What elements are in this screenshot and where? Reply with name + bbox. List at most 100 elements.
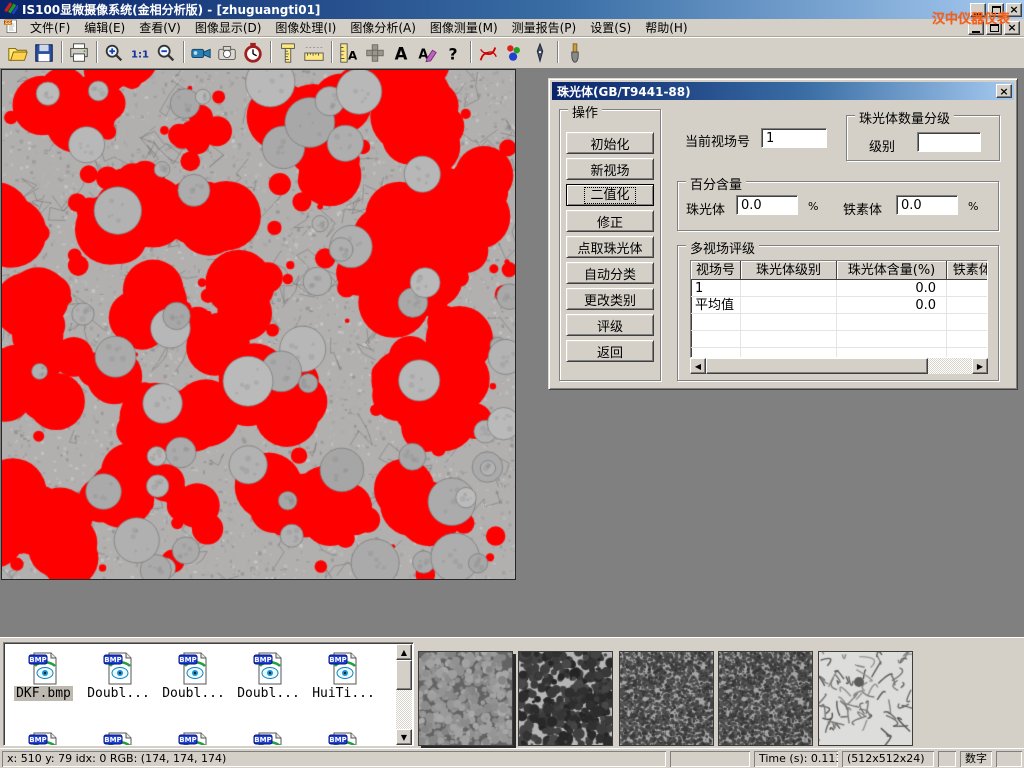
dialog-title-bar[interactable]: 珠光体(GB/T9441-88) × [552,82,1014,100]
menu-item-image-measure[interactable]: 图像测量(M) [423,17,505,38]
thumbnail-4[interactable] [718,651,813,746]
menu-item-image-process[interactable]: 图像处理(I) [268,17,343,38]
operations-group-label: 操作 [568,102,602,121]
scroll-up-icon[interactable]: ▲ [396,644,412,660]
metallographic-image[interactable] [1,69,516,580]
zoom-out-button[interactable] [153,40,179,66]
toolbar-separator [57,41,66,65]
timer-button[interactable] [240,40,266,66]
ruler-measure-button[interactable] [301,40,327,66]
file-item-1[interactable]: BMPDoubl... [81,651,156,701]
file-item-3[interactable]: BMPDoubl... [231,651,306,701]
scrollbar-thumb[interactable] [706,358,928,374]
bmp-file-icon: BMP [102,731,136,746]
file-name: Doubl... [160,686,227,701]
new-field-button-label: 新视场 [590,160,629,179]
curve-tool-icon [477,42,499,64]
grade-level-input[interactable] [917,132,981,152]
save-file-button[interactable] [31,40,57,66]
zoom-in-button[interactable] [101,40,127,66]
time-status: Time (s): 0.113 [754,751,838,767]
correct-button[interactable]: 修正 [566,210,654,232]
file-item-row2-3[interactable]: BMP [231,731,306,746]
file-item-row2-2[interactable]: BMP [156,731,231,746]
save-file-icon [33,42,55,64]
thumbnail-5[interactable] [818,651,913,746]
thumbnail-2[interactable] [518,651,613,746]
menu-item-settings[interactable]: 设置(S) [583,17,638,38]
actual-size-button[interactable]: 1:1 [127,40,153,66]
file-item-0[interactable]: BMPDKF.bmp [6,651,81,701]
ferrite-percent-unit: % [968,200,978,213]
new-field-button[interactable]: 新视场 [566,158,654,180]
file-item-2[interactable]: BMP Doubl... [156,651,231,701]
auto-classify-button[interactable]: 自动分类 [566,262,654,284]
return-button[interactable]: 返回 [566,340,654,362]
text-label-icon: A [390,42,412,64]
table-h-scrollbar[interactable]: ◀ ▶ [690,358,988,374]
toolbar-separator [92,41,101,65]
thumbnail-3[interactable] [619,651,714,746]
open-file-button[interactable] [5,40,31,66]
table-header-2[interactable]: 珠光体含量(%) [837,261,947,280]
photo-capture-button[interactable] [214,40,240,66]
svg-text:BMP: BMP [254,736,271,744]
text-edit-button[interactable]: A [414,40,440,66]
pick-pearlite-button[interactable]: 点取珠光体 [566,236,654,258]
svg-text:BMP: BMP [179,656,196,664]
table-header-3[interactable]: 铁素体含量(%) [947,261,988,280]
table-cell: 1 [691,280,741,297]
rate-button-label: 评级 [597,316,623,335]
file-item-row2-1[interactable]: BMP [81,731,156,746]
pearlite-percent-input[interactable] [736,195,798,215]
file-v-scrollbar[interactable]: ▲ ▼ [396,644,412,745]
menu-item-view[interactable]: 查看(V) [132,17,188,38]
ferrite-percent-input[interactable] [896,195,958,215]
auto-classify-button-label: 自动分类 [584,264,636,283]
rate-button[interactable]: 评级 [566,314,654,336]
color-classify-button[interactable] [501,40,527,66]
scroll-right-icon[interactable]: ▶ [972,358,988,374]
initialize-button[interactable]: 初始化 [566,132,654,154]
table-cell [837,331,947,348]
pen-tool-button[interactable] [527,40,553,66]
menu-bar: DOC 文件(F)编辑(E)查看(V)图像显示(D)图像处理(I)图像分析(A)… [0,19,1024,37]
bmp-file-icon: BMP [327,651,361,685]
menu-item-image-display[interactable]: 图像显示(D) [188,17,269,38]
caliper-measure-button[interactable] [275,40,301,66]
measure-annotate-button[interactable]: A [336,40,362,66]
svg-text:DOC: DOC [4,21,13,25]
help-button[interactable]: ? [440,40,466,66]
change-class-button[interactable]: 更改类别 [566,288,654,310]
file-item-4[interactable]: BMPHuiTi... [306,651,381,701]
multi-field-table: 视场号珠光体级别珠光体含量(%)铁素体含量(%)10.0平均值0.0 [690,260,988,358]
file-item-row2-0[interactable]: BMP [6,731,81,746]
dialog-close-icon[interactable]: × [996,84,1012,98]
photo-capture-icon [216,42,238,64]
text-label-button[interactable]: A [388,40,414,66]
scroll-left-icon[interactable]: ◀ [690,358,706,374]
menu-item-image-analysis[interactable]: 图像分析(A) [343,17,423,38]
grid-cross-button[interactable] [362,40,388,66]
ferrite-label: 铁素体 [843,199,882,218]
vendor-watermark: 汉中仪器仪表 [932,8,1010,27]
menu-item-measure-report[interactable]: 测量报告(P) [505,17,584,38]
video-capture-button[interactable] [188,40,214,66]
table-header-0[interactable]: 视场号 [691,261,741,280]
scroll-down-icon[interactable]: ▼ [396,729,412,745]
open-file-icon [7,42,29,64]
thumbnail-1[interactable] [418,651,513,746]
svg-text:A: A [395,44,408,63]
menu-item-help[interactable]: 帮助(H) [638,17,694,38]
table-header-1[interactable]: 珠光体级别 [741,261,837,280]
menu-item-file[interactable]: 文件(F) [23,17,77,38]
curve-tool-button[interactable] [475,40,501,66]
file-item-row2-4[interactable]: BMP [306,731,381,746]
file-scrollbar-thumb[interactable] [396,660,412,690]
brush-tool-button[interactable] [562,40,588,66]
menu-item-edit[interactable]: 编辑(E) [77,17,132,38]
binarize-button[interactable]: 二值化 [566,184,654,206]
pick-pearlite-button-label: 点取珠光体 [577,238,642,257]
current-field-input[interactable] [761,128,827,148]
print-button[interactable] [66,40,92,66]
